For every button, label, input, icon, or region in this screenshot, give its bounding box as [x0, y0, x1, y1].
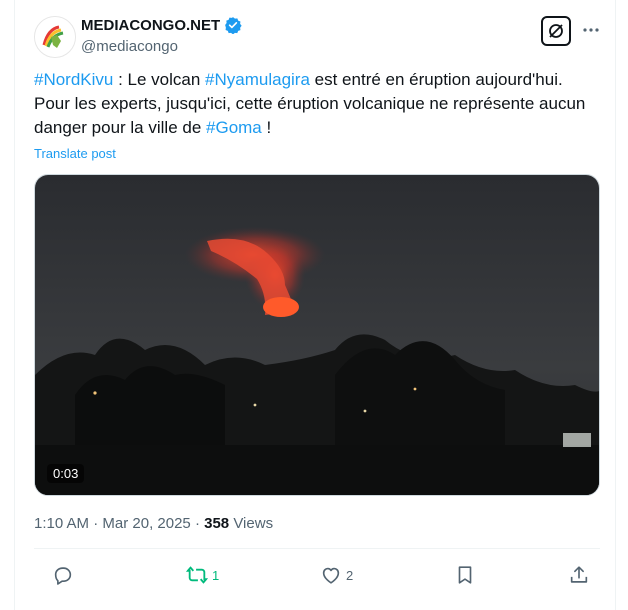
grok-button[interactable]	[541, 16, 571, 46]
divider	[34, 548, 600, 549]
grok-icon	[549, 24, 563, 38]
repost-button[interactable]: 1	[186, 560, 219, 590]
post-card[interactable]: MEDIACONGO.NET @mediacongo #NordKivu : L…	[14, 0, 616, 610]
views-label: Views	[233, 515, 274, 532]
translate-post-link[interactable]: Translate post	[34, 146, 116, 161]
reply-icon	[54, 567, 72, 585]
repost-icon	[186, 566, 208, 584]
author-name[interactable]: MEDIACONGO.NET	[81, 17, 220, 34]
views-count: 358	[204, 515, 230, 532]
hashtag-link[interactable]: #NordKivu	[34, 70, 113, 89]
mediacongo-logo	[35, 17, 75, 57]
post-text: #NordKivu : Le volcan #Nyamulagira est e…	[34, 68, 599, 140]
like-count: 2	[346, 567, 354, 583]
bookmark-icon	[458, 566, 472, 584]
like-icon	[322, 567, 340, 584]
video-duration: 0:03	[47, 464, 85, 483]
share-icon	[570, 566, 588, 583]
avatar[interactable]	[34, 16, 76, 58]
share-button[interactable]	[568, 560, 590, 590]
video-thumbnail	[35, 175, 599, 495]
more-icon	[583, 28, 599, 32]
repost-count: 1	[212, 567, 220, 583]
verified-badge-icon	[225, 17, 242, 34]
more-button[interactable]	[581, 20, 601, 40]
hashtag-link[interactable]: #Goma	[206, 118, 262, 137]
post-date[interactable]: Mar 20, 2025	[102, 515, 190, 532]
video-player[interactable]: 0:03	[34, 174, 600, 496]
reply-button[interactable]	[52, 560, 78, 590]
action-bar: 1 2	[34, 560, 600, 590]
post-time[interactable]: 1:10 AM	[34, 515, 89, 532]
like-button[interactable]: 2	[320, 560, 353, 590]
post-meta: 1:10 AM · Mar 20, 2025 · 358 Views	[34, 515, 273, 532]
meta-separator: ·	[194, 515, 200, 532]
hashtag-link[interactable]: #Nyamulagira	[205, 70, 310, 89]
author-handle[interactable]: @mediacongo	[81, 38, 178, 55]
bookmark-button[interactable]	[454, 560, 476, 590]
post-text-segment: !	[261, 118, 272, 137]
meta-separator: ·	[93, 515, 99, 532]
post-text-segment: : Le volcan	[113, 70, 206, 89]
